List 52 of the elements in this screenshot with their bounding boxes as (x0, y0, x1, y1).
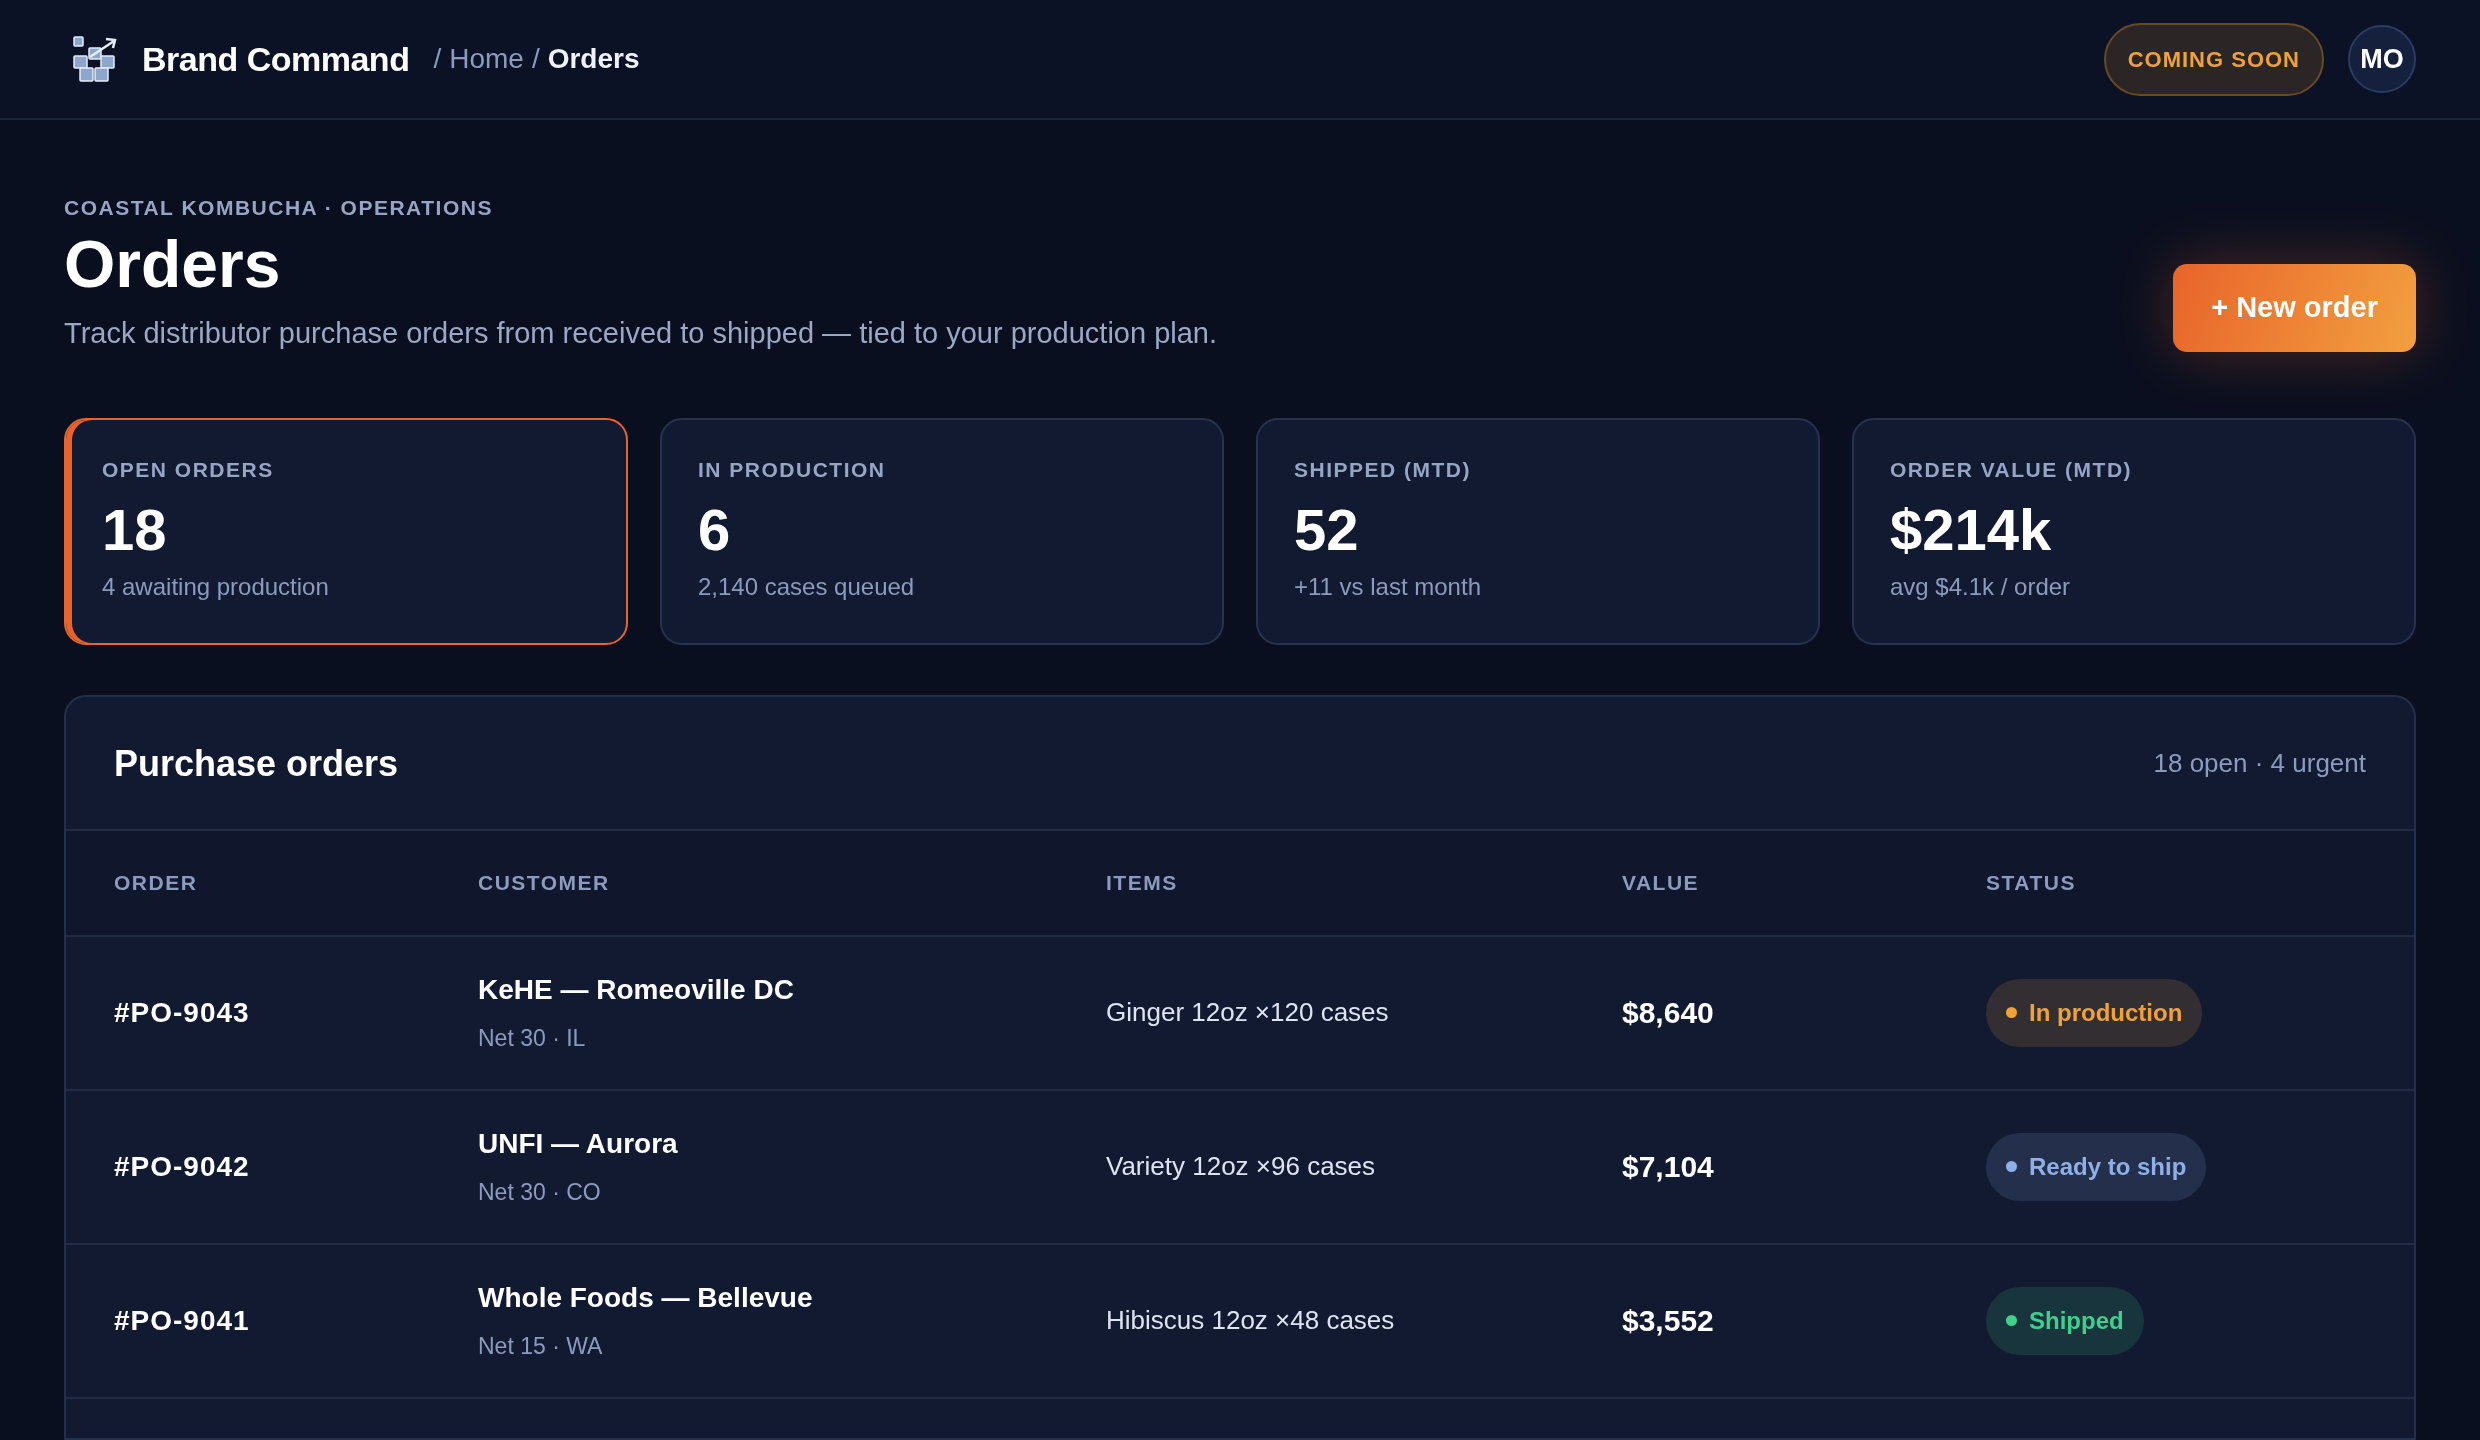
kpi-label: ORDER VALUE (MTD) (1890, 456, 2134, 483)
order-value: $8,640 (1622, 995, 1715, 1032)
order-items: Hibiscus 12oz ×48 cases (1106, 1304, 1396, 1338)
customer-name: UNFI — Aurora (478, 1127, 679, 1162)
kpi-value: 18 (102, 496, 168, 565)
page-title: Orders (64, 227, 282, 301)
column-header: ITEMS (1106, 869, 1179, 896)
breadcrumb-separator: / (531, 42, 540, 76)
customer-terms: Net 30 · IL (478, 1024, 587, 1054)
table-title: Purchase orders (114, 741, 399, 786)
order-value: $7,104 (1622, 1149, 1715, 1186)
kpi-label: OPEN ORDERS (102, 456, 275, 483)
kpi-card[interactable]: OPEN ORDERS 18 4 awaiting production (64, 417, 628, 645)
kpi-value: 52 (1294, 496, 1360, 565)
breadcrumb-separator: / (433, 42, 442, 76)
status-pill: Ready to ship (1986, 1132, 2207, 1201)
customer-name: KeHE — Romeoville DC (478, 973, 795, 1008)
order-items: Variety 12oz ×96 cases (1106, 1150, 1377, 1184)
order-number: #PO-9042 (114, 1149, 251, 1184)
page-subtitle: Track distributor purchase orders from received to shipped — tied to your production plan. (64, 316, 1218, 352)
kpi-card[interactable]: ORDER VALUE (MTD) $214k avg $4.1k / order (1852, 417, 2416, 645)
logo-icon (72, 35, 118, 83)
status-pill: Shipped (1986, 1286, 2144, 1355)
kpi-note: 2,140 cases queued (698, 571, 916, 602)
kpi-note: avg $4.1k / order (1890, 571, 2072, 602)
customer-name: Whole Foods — Bellevue (478, 1281, 814, 1316)
user-avatar[interactable]: MO (2348, 25, 2416, 93)
breadcrumb-current: Orders (547, 42, 640, 76)
column-header: CUSTOMER (478, 869, 611, 896)
column-header: STATUS (1986, 869, 2077, 896)
kpi-card[interactable]: IN PRODUCTION 6 2,140 cases queued (660, 417, 1224, 645)
kpi-label: SHIPPED (MTD) (1294, 456, 1472, 483)
order-value: $3,552 (1622, 1303, 1715, 1340)
column-header: VALUE (1622, 869, 1701, 896)
customer-terms: Net 30 · CO (478, 1178, 602, 1208)
kpi-note: +11 vs last month (1294, 571, 1482, 602)
order-number: #PO-9043 (114, 995, 251, 1030)
status-pill: In production (1986, 978, 2203, 1047)
brand-name: Brand Command (142, 38, 410, 80)
kpi-card[interactable]: SHIPPED (MTD) 52 +11 vs last month (1256, 417, 1820, 645)
kpi-label: IN PRODUCTION (698, 456, 887, 483)
column-header: ORDER (114, 869, 199, 896)
kpi-note: 4 awaiting production (102, 571, 330, 602)
customer-terms: Net 15 · WA (478, 1332, 604, 1362)
order-number: #PO-9041 (114, 1303, 251, 1338)
kpi-value: 6 (698, 496, 732, 565)
order-items: Ginger 12oz ×120 cases (1106, 996, 1390, 1030)
coming-soon-badge: COMING SOON (2103, 22, 2324, 96)
table-summary: 18 open · 4 urgent (2153, 747, 2366, 781)
kpi-value: $214k (1890, 496, 2053, 565)
breadcrumb-link[interactable]: Home (449, 38, 524, 80)
page-eyebrow: COASTAL KOMBUCHA · OPERATIONS (64, 195, 494, 221)
